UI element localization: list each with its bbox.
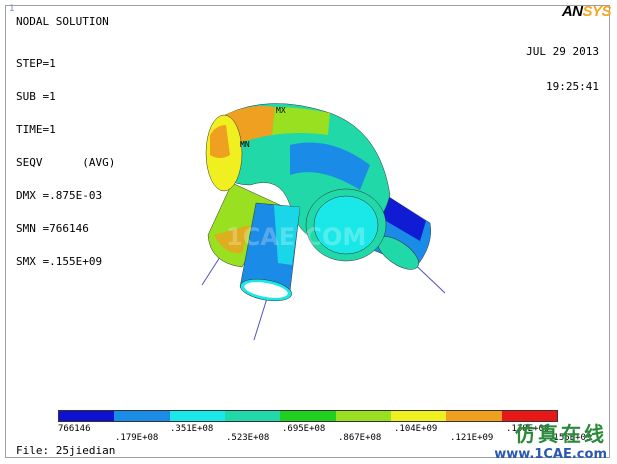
- legend-color-band: [224, 411, 281, 421]
- min-stress-marker: MN: [240, 140, 250, 149]
- legend-color-band: [390, 411, 447, 421]
- legend-color-band: [169, 411, 225, 421]
- legend-color-band: [280, 411, 336, 421]
- legend-label: .695E+08: [282, 424, 326, 434]
- legend-label: .523E+08: [226, 433, 270, 443]
- legend-color-band: [59, 411, 115, 421]
- solution-info: STEP=1 SUB =1 TIME=1 SEQV (AVG) DMX =.87…: [16, 36, 115, 278]
- info-line: SEQV (AVG): [16, 156, 116, 169]
- legend-color-band: [335, 411, 391, 421]
- plot-date: JUL 29 2013: [526, 45, 599, 58]
- info-line: SMN =766146: [16, 222, 89, 235]
- support-line: [253, 294, 269, 341]
- info-line: SMX =.155E+09: [16, 255, 103, 268]
- info-line: TIME=1: [16, 123, 56, 136]
- timestamp: JUL 29 2013 19:25:41: [526, 24, 599, 105]
- file-name: File: 25jiedian: [16, 444, 116, 457]
- plot-title: NODAL SOLUTION: [16, 15, 109, 28]
- legend-label: 766146: [58, 424, 91, 434]
- brand-watermark: 仿真在线 www.1CAE.com: [494, 418, 607, 462]
- fea-model-view[interactable]: MX MN 1CAE.COM: [180, 95, 460, 355]
- legend-label: .179E+08: [115, 433, 159, 443]
- logo-part-sys: SYS: [582, 3, 611, 20]
- brand-watermark-url: www.1CAE.com: [494, 447, 607, 462]
- info-line: DMX =.875E-03: [16, 189, 103, 202]
- max-stress-marker: MX: [276, 106, 286, 115]
- window-number: 1: [9, 4, 15, 14]
- plot-time: 19:25:41: [546, 80, 599, 93]
- legend-label: .867E+08: [338, 433, 382, 443]
- contour-legend-bar: [58, 410, 558, 422]
- ansys-logo: ANSYS: [561, 3, 612, 20]
- legend-label: .121E+09: [450, 433, 494, 443]
- watermark-text: 1CAE.COM: [226, 223, 366, 251]
- legend-label: .104E+09: [394, 424, 438, 434]
- info-line: STEP=1: [16, 57, 56, 70]
- logo-part-an: AN: [561, 3, 583, 20]
- support-line: [201, 256, 221, 286]
- info-line: SUB =1: [16, 90, 56, 103]
- legend-label: .351E+08: [170, 424, 214, 434]
- brand-watermark-cn: 仿真在线: [515, 422, 607, 446]
- legend-color-band: [114, 411, 170, 421]
